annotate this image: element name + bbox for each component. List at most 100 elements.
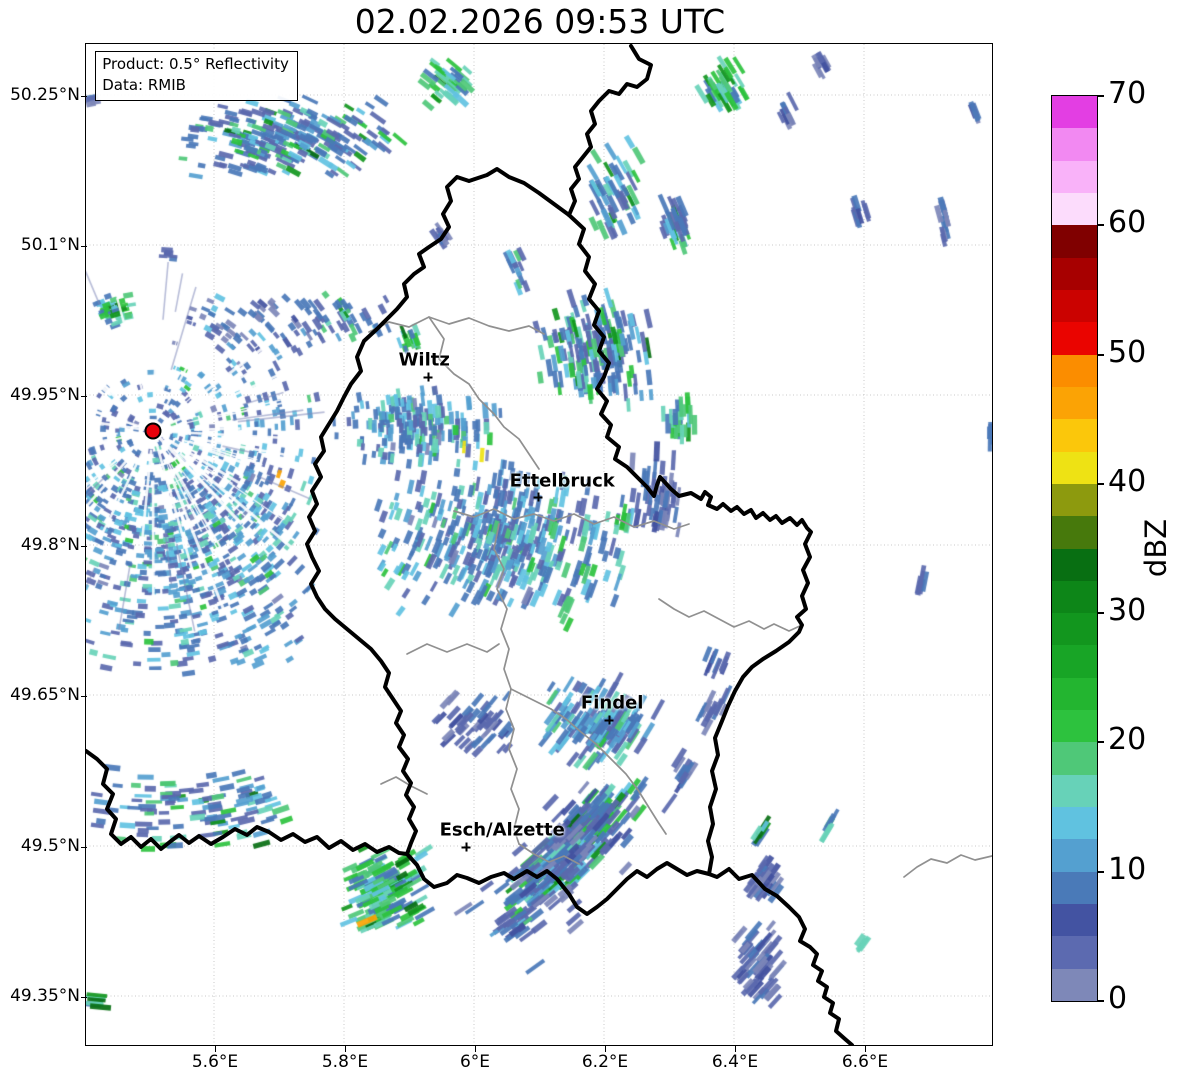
colorbar-segment: [1052, 515, 1097, 549]
colorbar-tick-label: 0: [1108, 981, 1128, 1016]
colorbar-tick-label: 50: [1108, 334, 1147, 370]
colorbar-segment: [1052, 677, 1097, 711]
internal-border: [903, 854, 993, 879]
radar-figure: 02.02.2026 09:53 UTC Wiltz Ettelbruck Find…: [0, 0, 1184, 1081]
internal-border: [453, 508, 691, 531]
national-border: [305, 167, 814, 917]
internal-border: [658, 598, 804, 633]
y-tick-label: 49.8°N: [20, 535, 80, 555]
y-tick-mark: [81, 847, 87, 849]
national-border: [707, 867, 855, 1046]
colorbar-segment: [1052, 774, 1097, 808]
radar-site-marker: [144, 422, 162, 440]
y-tick-mark: [81, 997, 87, 999]
city-label-findel: Findel: [580, 692, 644, 714]
y-tick-mark: [81, 396, 87, 398]
y-tick-label: 50.25°N: [10, 85, 80, 105]
city-plus-marker: [604, 715, 614, 725]
city-plus-marker: [461, 842, 471, 852]
colorbar-segment: [1052, 612, 1097, 646]
colorbar-tick-mark: [1097, 224, 1104, 227]
colorbar-segment: [1052, 968, 1097, 1001]
colorbar-segment: [1052, 354, 1097, 387]
x-tick-label: 5.6°E: [191, 1052, 239, 1072]
map-plot: Wiltz Ettelbruck Findel Esch/Alzette Produc…: [85, 43, 994, 1047]
y-tick-mark: [81, 696, 87, 698]
x-tick-label: 6.6°E: [841, 1052, 889, 1072]
x-tick-label: 5.8°E: [321, 1052, 369, 1072]
x-tick-mark: [605, 1046, 607, 1052]
colorbar-tick-label: 20: [1108, 722, 1147, 758]
colorbar-segment: [1052, 224, 1097, 258]
colorbar-segment: [1052, 160, 1097, 193]
colorbar-segment: [1052, 838, 1097, 872]
colorbar-segment: [1052, 289, 1097, 323]
y-tick-mark: [81, 246, 87, 248]
colorbar-tick-mark: [1097, 870, 1104, 873]
colorbar-segment: [1052, 806, 1097, 840]
colorbar-segment: [1052, 95, 1097, 129]
colorbar-segment: [1052, 418, 1097, 452]
colorbar-tick-label: 40: [1108, 463, 1147, 499]
colorbar-segment: [1052, 709, 1097, 743]
colorbar-tick-label: 10: [1108, 851, 1147, 887]
colorbar: [1051, 95, 1098, 1002]
y-tick-label: 49.65°N: [10, 685, 80, 705]
colorbar-segment: [1052, 257, 1097, 290]
internal-border: [406, 643, 501, 656]
y-tick-label: 49.95°N: [10, 385, 80, 405]
internal-border: [368, 316, 546, 336]
y-tick-mark: [81, 546, 87, 548]
y-tick-label: 50.1°N: [20, 235, 80, 255]
colorbar-segment: [1052, 935, 1097, 969]
colorbar-segment: [1052, 451, 1097, 484]
colorbar-segment: [1052, 644, 1097, 678]
colorbar-segment: [1052, 741, 1097, 775]
y-tick-label: 49.5°N: [20, 836, 80, 856]
colorbar-segment: [1052, 903, 1097, 937]
x-tick-mark: [345, 1046, 347, 1052]
x-tick-mark: [865, 1046, 867, 1052]
product-line: Product: 0.5° Reflectivity: [102, 55, 289, 74]
colorbar-tick-mark: [1097, 612, 1104, 615]
internal-border: [380, 776, 429, 796]
x-tick-mark: [735, 1046, 737, 1052]
data-source-line: Data: RMIB: [102, 76, 186, 95]
colorbar-tick-mark: [1097, 741, 1104, 744]
colorbar-tick-label: 60: [1108, 205, 1147, 241]
colorbar-segment: [1052, 127, 1097, 161]
x-tick-mark: [475, 1046, 477, 1052]
internal-border: [428, 316, 541, 471]
x-tick-label: 6.2°E: [581, 1052, 629, 1072]
colorbar-segment: [1052, 483, 1097, 517]
colorbar-unit-label: dBZ: [1139, 518, 1173, 578]
national-border: [567, 44, 654, 218]
national-border: [86, 749, 410, 857]
colorbar-segment: [1052, 386, 1097, 420]
colorbar-segment: [1052, 548, 1097, 581]
figure-title: 02.02.2026 09:53 UTC: [354, 2, 726, 41]
colorbar-tick-mark: [1097, 353, 1104, 356]
internal-border: [493, 523, 521, 846]
city-label-ettelbruck: Ettelbruck: [509, 470, 615, 492]
colorbar-segment: [1052, 580, 1097, 614]
city-label-wiltz: Wiltz: [398, 349, 450, 371]
x-tick-label: 6.4°E: [711, 1052, 759, 1072]
colorbar-segment: [1052, 192, 1097, 226]
city-plus-marker: [423, 372, 433, 382]
city-label-esch-alzette: Esch/Alzette: [439, 819, 565, 841]
y-tick-mark: [81, 96, 87, 98]
x-tick-label: 6°E: [459, 1052, 491, 1072]
city-plus-marker: [533, 492, 543, 502]
internal-border: [518, 843, 581, 866]
colorbar-segment: [1052, 871, 1097, 905]
y-tick-label: 49.35°N: [10, 986, 80, 1006]
x-tick-mark: [215, 1046, 217, 1052]
country-borders: [86, 44, 993, 1046]
colorbar-tick-label: 70: [1108, 76, 1147, 111]
colorbar-tick-mark: [1097, 482, 1104, 485]
colorbar-tick-mark: [1097, 1000, 1104, 1002]
product-annotation-box: Product: 0.5° Reflectivity Data: RMIB: [95, 51, 298, 102]
colorbar-segment: [1052, 321, 1097, 355]
colorbar-tick-mark: [1097, 95, 1104, 97]
